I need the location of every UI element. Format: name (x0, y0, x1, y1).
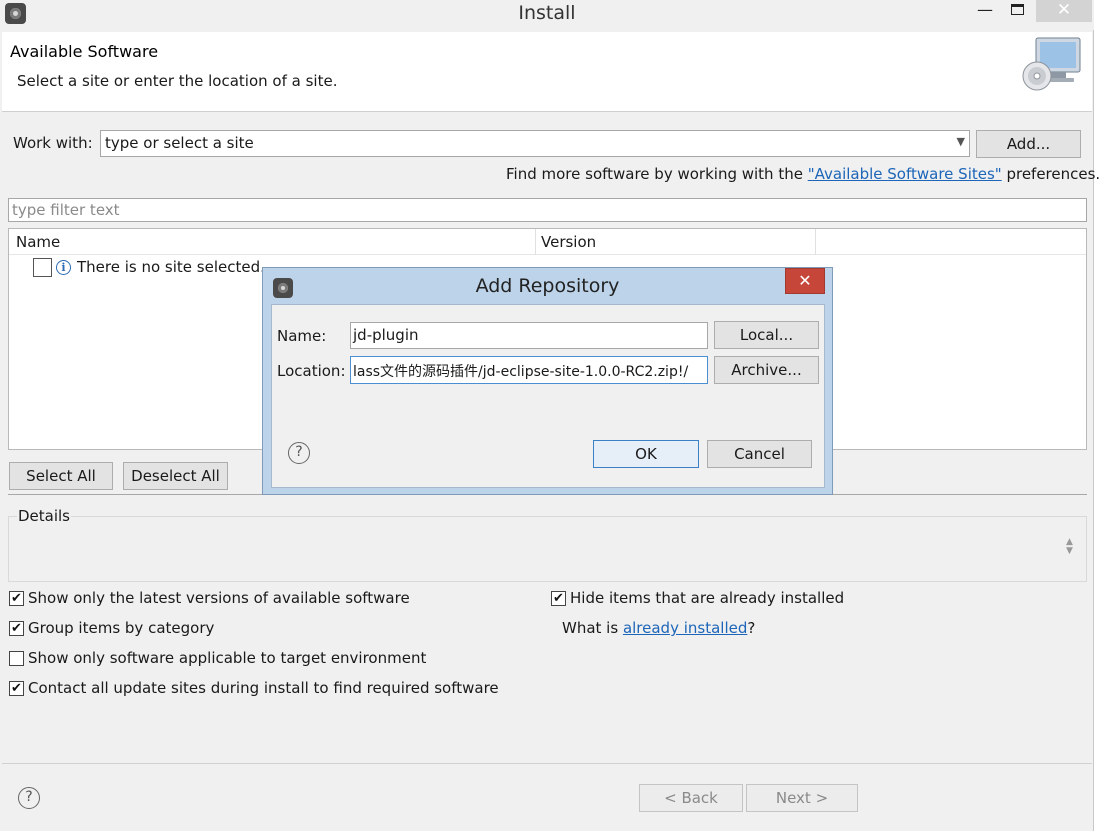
group-by-category-checkbox[interactable]: ✔ (9, 621, 24, 636)
wizard-header: Available Software Select a site or ente… (2, 32, 1092, 112)
find-more-prefix: Find more software by working with the (506, 165, 808, 183)
contact-sites-label: Contact all update sites during install … (28, 679, 499, 697)
maximize-button[interactable] (1004, 0, 1030, 22)
deselect-all-button[interactable]: Deselect All (123, 462, 228, 490)
row-checkbox[interactable] (33, 258, 52, 277)
column-divider (815, 229, 816, 255)
details-group (8, 516, 1087, 582)
select-all-button[interactable]: Select All (9, 462, 113, 490)
latest-versions-checkbox[interactable]: ✔ (9, 591, 24, 606)
next-button[interactable]: Next > (746, 784, 858, 812)
add-site-button[interactable]: Add... (976, 130, 1081, 158)
install-software-icon (1022, 37, 1081, 91)
title-bar: Install — ✕ (0, 0, 1094, 30)
filter-input[interactable]: type filter text (8, 198, 1087, 222)
window-title: Install (518, 2, 576, 24)
work-with-combo[interactable]: type or select a site ▼ (100, 130, 970, 157)
hide-installed-checkbox[interactable]: ✔ (551, 591, 566, 606)
dialog-title: Add Repository (475, 275, 620, 297)
chevron-down-icon[interactable]: ▼ (957, 135, 965, 148)
work-with-value: type or select a site (105, 134, 254, 152)
details-label: Details (17, 507, 72, 525)
what-is-suffix: ? (747, 619, 756, 637)
page-title: Available Software (10, 42, 159, 61)
dialog-title-bar: Add Repository ✕ (263, 268, 832, 304)
column-header-name[interactable]: Name (16, 233, 60, 251)
ok-button[interactable]: OK (593, 440, 699, 468)
back-button[interactable]: < Back (639, 784, 743, 812)
already-installed-link[interactable]: already installed (623, 619, 747, 637)
dialog-body: Name: jd-plugin Local... Location: lass文… (271, 304, 825, 488)
what-is-prefix: What is (562, 619, 623, 637)
cancel-button[interactable]: Cancel (707, 440, 812, 468)
find-more-text: Find more software by working with the "… (506, 165, 1100, 183)
location-label: Location: (277, 362, 346, 380)
group-by-category-label: Group items by category (28, 619, 215, 637)
table-row: There is no site selected. (77, 258, 265, 276)
page-subtitle: Select a site or enter the location of a… (17, 72, 338, 90)
find-more-suffix: preferences. (1001, 165, 1101, 183)
available-sites-link[interactable]: "Available Software Sites" (808, 165, 1002, 183)
help-icon[interactable]: ? (18, 787, 40, 809)
help-icon[interactable]: ? (288, 442, 310, 464)
what-is-installed-text: What is already installed? (562, 619, 755, 637)
column-header-version[interactable]: Version (541, 233, 596, 251)
local-button[interactable]: Local... (714, 321, 819, 349)
info-icon: i (56, 260, 71, 275)
contact-sites-checkbox[interactable]: ✔ (9, 681, 24, 696)
target-env-checkbox[interactable] (9, 651, 24, 666)
hide-installed-label: Hide items that are already installed (570, 589, 845, 607)
maximize-icon (1010, 4, 1024, 15)
name-input[interactable]: jd-plugin (350, 322, 708, 349)
location-input[interactable]: lass文件的源码插件/jd-eclipse-site-1.0.0-RC2.zi… (350, 356, 708, 384)
latest-versions-label: Show only the latest versions of availab… (28, 589, 410, 607)
minimize-button[interactable]: — (973, 0, 997, 22)
divider (2, 763, 1092, 764)
add-repository-dialog: Add Repository ✕ Name: jd-plugin Local..… (262, 267, 833, 495)
name-label: Name: (277, 327, 327, 345)
column-divider (535, 229, 536, 255)
archive-button[interactable]: Archive... (714, 356, 819, 384)
window-close-button[interactable]: ✕ (1036, 0, 1092, 22)
details-scroll-arrows-icon[interactable]: ▲ ▼ (1066, 538, 1076, 558)
target-env-label: Show only software applicable to target … (28, 649, 427, 667)
dialog-close-button[interactable]: ✕ (785, 268, 825, 294)
work-with-label: Work with: (13, 134, 93, 152)
table-header: Name Version (9, 229, 1086, 255)
